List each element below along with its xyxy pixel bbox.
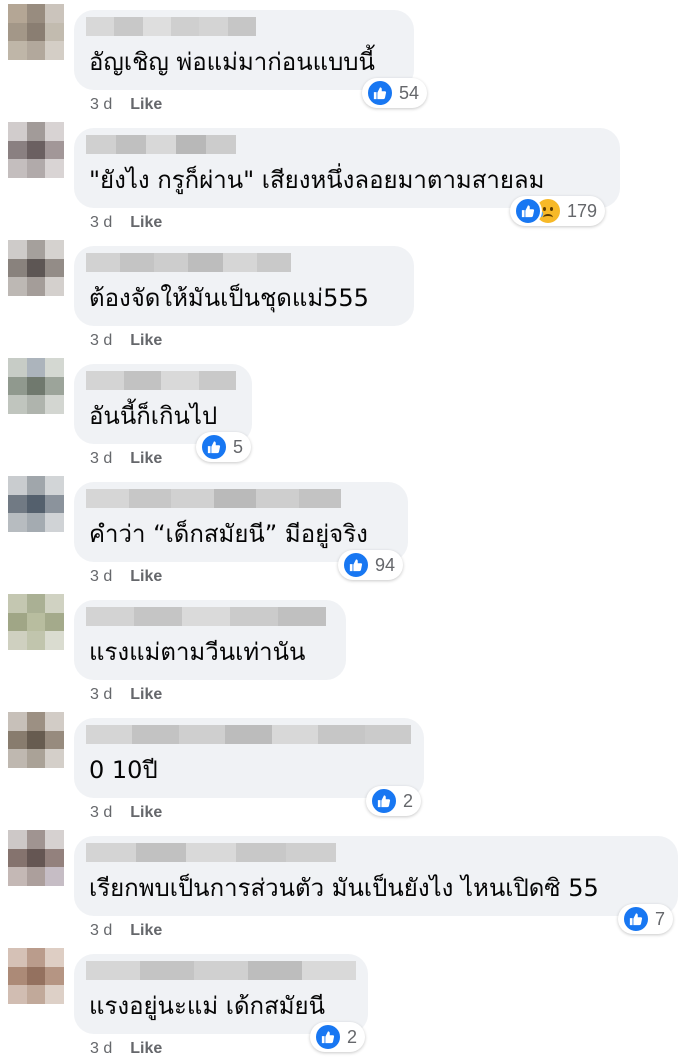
commenter-name-blurred[interactable] [86,371,236,390]
comment-text: แรงแม่ตามวีนเท่านัน [89,638,306,666]
like-button[interactable]: Like [130,922,162,939]
commenter-name-blurred[interactable] [86,489,341,508]
comment-timestamp[interactable]: 3 d [90,568,112,585]
like-button[interactable]: Like [130,686,162,703]
comment-bubble: ต้องจัดให้มันเป็นชุดแม่555 [74,246,414,326]
comment-meta: 3 d Like [90,922,162,940]
comment-item: อันนี้ก็เกินไป 3 d Like 5 [0,354,700,472]
like-icon [514,197,542,225]
avatar[interactable] [8,948,64,1004]
commenter-name-blurred[interactable] [86,17,256,36]
reaction-count: 5 [233,436,244,457]
reaction-summary[interactable]: 7 [618,904,674,934]
avatar[interactable] [8,830,64,886]
comment-meta: 3 d Like [90,1040,162,1058]
like-button[interactable]: Like [130,450,162,467]
commenter-name-blurred[interactable] [86,725,411,744]
reaction-count: 2 [347,1026,358,1047]
avatar[interactable] [8,476,64,532]
reaction-summary[interactable]: 5 [196,432,252,462]
commenter-name-blurred[interactable] [86,961,356,980]
reaction-summary[interactable]: 54 [362,78,428,108]
like-button[interactable]: Like [130,804,162,821]
comment-text: คำว่า “เด็กสมัยนี” มีอยู่จริง [89,520,368,548]
comment-text: อันนี้ก็เกินไป [89,402,218,430]
comment-timestamp[interactable]: 3 d [90,922,112,939]
comment-timestamp[interactable]: 3 d [90,214,112,231]
comment-text: ต้องจัดให้มันเป็นชุดแม่555 [89,284,369,312]
comment-text: 0 10ปี [89,756,158,784]
comment-timestamp[interactable]: 3 d [90,804,112,821]
comment-timestamp[interactable]: 3 d [90,686,112,703]
avatar[interactable] [8,4,64,60]
reaction-count: 179 [567,200,598,221]
reaction-summary[interactable]: 2 [310,1022,366,1052]
comment-bubble: แรงแม่ตามวีนเท่านัน [74,600,346,680]
comment-bubble: 0 10ปี [74,718,424,798]
comment-text: แรงอยู่นะแม่ เด้กสมัยนี [89,992,326,1020]
comment-item: เรียกพบเป็นการส่วนตัว มันเป็นยังไง ไหนเป… [0,826,700,944]
commenter-name-blurred[interactable] [86,135,236,154]
comment-item: อัญเชิญ พ่อแม่มาก่อนแบบนี้ 3 d Like 54 [0,0,700,118]
commenter-name-blurred[interactable] [86,253,291,272]
comment-timestamp[interactable]: 3 d [90,1040,112,1057]
comment-bubble: เรียกพบเป็นการส่วนตัว มันเป็นยังไง ไหนเป… [74,836,678,916]
comment-item: คำว่า “เด็กสมัยนี” มีอยู่จริง 3 d Like 94 [0,472,700,590]
comment-item: แรงแม่ตามวีนเท่านัน 3 d Like [0,590,700,708]
commenter-name-blurred[interactable] [86,607,326,626]
reaction-summary[interactable]: 179 [510,196,606,226]
avatar[interactable] [8,712,64,768]
comment-meta: 3 d Like [90,804,162,822]
avatar[interactable] [8,358,64,414]
comment-meta: 3 d Like [90,96,162,114]
comment-meta: 3 d Like [90,686,162,704]
like-button[interactable]: Like [130,1040,162,1057]
reaction-count: 94 [375,554,396,575]
comment-meta: 3 d Like [90,332,162,350]
comment-meta: 3 d Like [90,214,162,232]
comment-text: อัญเชิญ พ่อแม่มาก่อนแบบนี้ [89,48,375,76]
comment-item: "ยังไง กรูก็ผ่าน" เสียงหนึ่งลอยมาตามสายล… [0,118,700,236]
like-icon [370,787,398,815]
comment-text: "ยังไง กรูก็ผ่าน" เสียงหนึ่งลอยมาตามสายล… [89,166,545,194]
reaction-count: 54 [399,82,420,103]
like-button[interactable]: Like [130,332,162,349]
avatar[interactable] [8,594,64,650]
like-button[interactable]: Like [130,568,162,585]
comment-bubble: อัญเชิญ พ่อแม่มาก่อนแบบนี้ [74,10,414,90]
comment-item: 0 10ปี 3 d Like 2 [0,708,700,826]
reaction-count: 7 [655,908,666,929]
like-icon [622,905,650,933]
comment-text: เรียกพบเป็นการส่วนตัว มันเป็นยังไง ไหนเป… [89,874,599,902]
reaction-summary[interactable]: 94 [338,550,404,580]
comment-timestamp[interactable]: 3 d [90,332,112,349]
reaction-count: 2 [403,790,414,811]
like-icon [342,551,370,579]
like-icon [200,433,228,461]
commenter-name-blurred[interactable] [86,843,336,862]
avatar[interactable] [8,122,64,178]
reaction-summary[interactable]: 2 [366,786,422,816]
like-button[interactable]: Like [130,96,162,113]
like-icon [314,1023,342,1051]
comment-timestamp[interactable]: 3 d [90,450,112,467]
comment-meta: 3 d Like [90,568,162,586]
avatar[interactable] [8,240,64,296]
like-icon [366,79,394,107]
comment-item: แรงอยู่นะแม่ เด้กสมัยนี 3 d Like 2 [0,944,700,1062]
like-button[interactable]: Like [130,214,162,231]
comment-meta: 3 d Like [90,450,162,468]
comment-timestamp[interactable]: 3 d [90,96,112,113]
comment-item: ต้องจัดให้มันเป็นชุดแม่555 3 d Like [0,236,700,354]
